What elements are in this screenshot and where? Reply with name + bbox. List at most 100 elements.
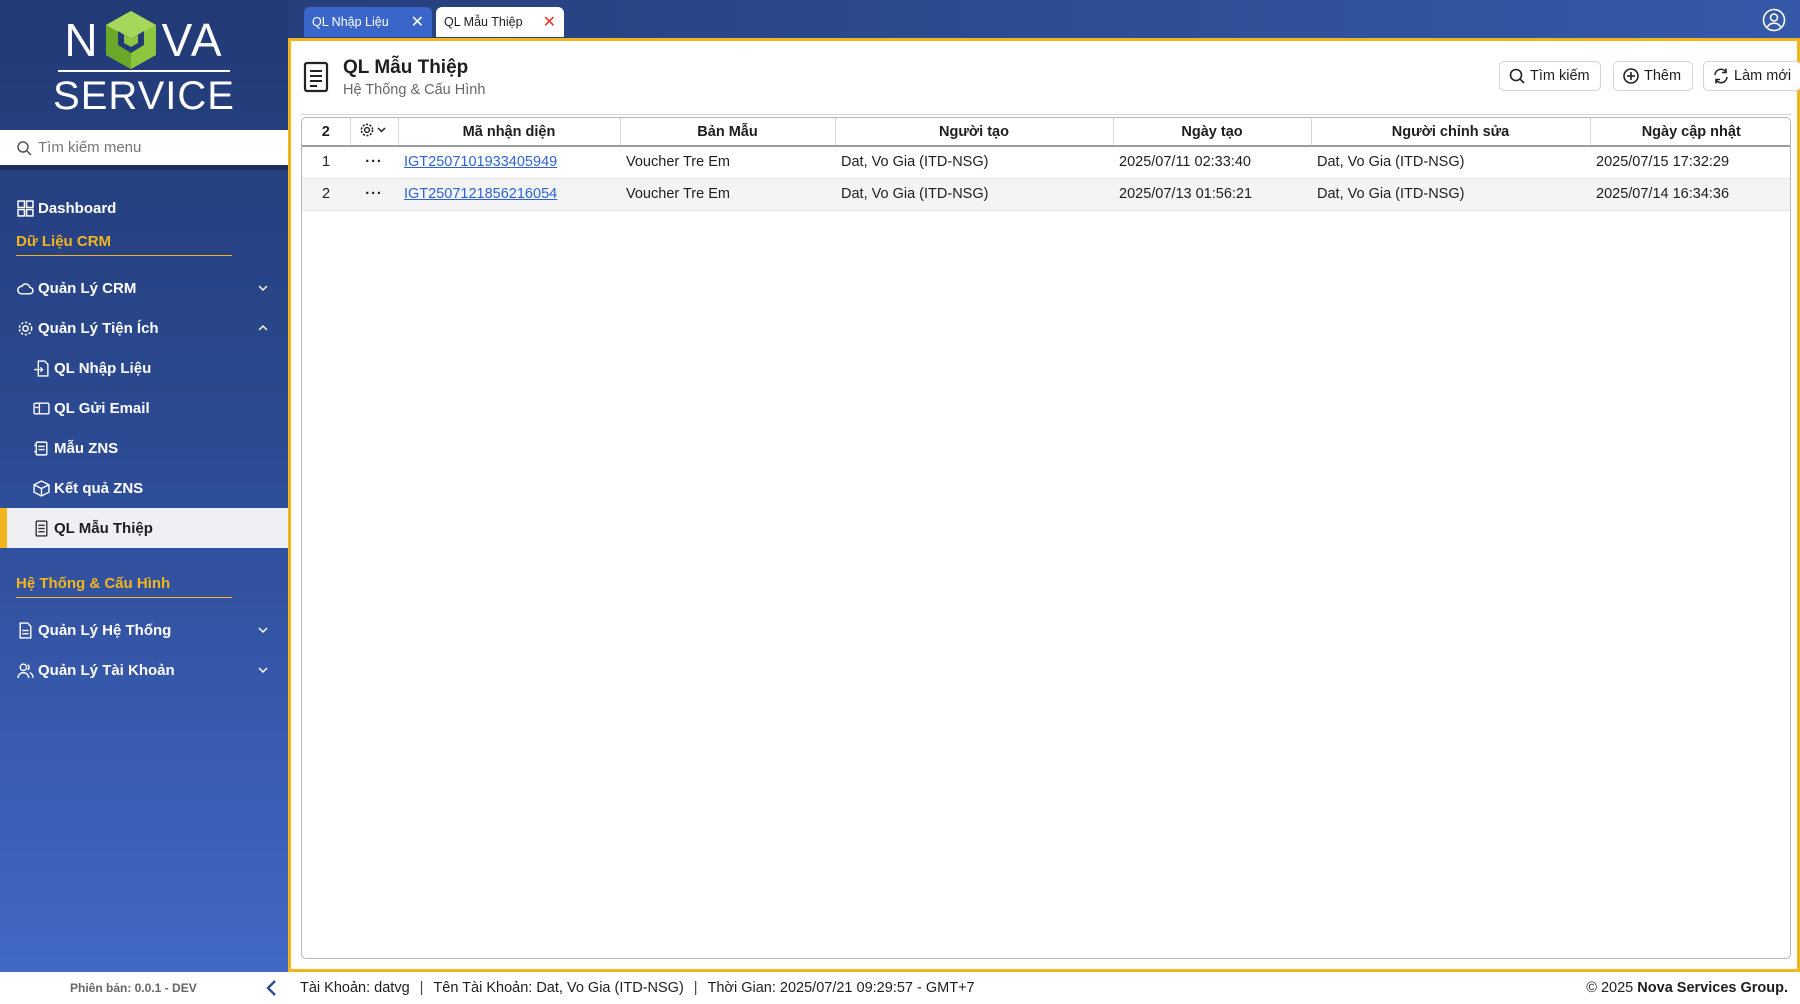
column-header[interactable]: Ngày cập nhật <box>1590 118 1790 147</box>
menu-spacer <box>0 548 288 570</box>
tab-ql-mau-thiep[interactable]: QL Mẫu Thiệp ✕ <box>436 7 564 37</box>
copyright-prefix: © 2025 <box>1586 980 1634 996</box>
chevron-down-icon <box>258 627 268 634</box>
sidebar-item-label: Quản Lý Tiện Ích <box>38 319 159 337</box>
user-account-icon[interactable] <box>1762 8 1786 32</box>
logo-letters-va: VA <box>161 13 224 66</box>
page-title: QL Mẫu Thiệp <box>343 57 469 78</box>
close-icon[interactable]: ✕ <box>543 12 556 32</box>
sidebar-item-label: Dashboard <box>38 199 117 217</box>
sidebar-item-ql-nhap-lieu[interactable]: QL Nhập Liệu <box>0 348 288 388</box>
data-table: 2 Mã nhận diện Bản Mẫu Người tạo Ngày tạ… <box>302 118 1790 211</box>
document-icon <box>303 61 329 93</box>
search-icon <box>17 140 32 156</box>
column-header[interactable]: Người chỉnh sửa <box>1311 118 1591 147</box>
search-button[interactable]: Tìm kiếm <box>1499 61 1601 91</box>
session-info: Tài Khoản: datvg | Tên Tài Khoản: Dat, Vo … <box>300 980 975 996</box>
refresh-button-label: Làm mới <box>1734 68 1792 84</box>
cell-editor: Dat, Vo Gia (ITD-NSG) <box>1311 178 1590 211</box>
cell-template: Voucher Tre Em <box>620 146 835 179</box>
sidebar-item-label: QL Gửi Email <box>54 399 150 417</box>
sidebar-item-dashboard[interactable]: Dashboard <box>0 188 288 228</box>
tab-ql-nhap-lieu[interactable]: QL Nhập Liệu ✕ <box>304 7 432 37</box>
sidebar-item-label: Quản Lý CRM <box>38 279 137 297</box>
sidebar-item-label: Quản Lý Hệ Thống <box>38 621 172 639</box>
data-grid: 2 Mã nhận diện Bản Mẫu Người tạo Ngày tạ… <box>301 117 1791 959</box>
sidebar-item-utilities[interactable]: Quản Lý Tiện Ích <box>0 308 288 348</box>
column-header[interactable]: Ngày tạo <box>1113 118 1312 147</box>
time-text: Thời Gian: 2025/07/21 09:29:57 - GMT+7 <box>707 980 975 996</box>
account-name-text: Tên Tài Khoản: Dat, Vo Gia (ITD-NSG) <box>433 980 684 996</box>
sidebar-item-system-manage[interactable]: Quản Lý Hệ Thống <box>0 610 288 650</box>
row-number: 1 <box>302 146 350 179</box>
menu-search <box>0 130 288 170</box>
column-settings[interactable] <box>350 118 399 147</box>
section-heading-crm: Dữ Liệu CRM <box>16 228 232 256</box>
cell-creator: Dat, Vo Gia (ITD-NSG) <box>835 146 1113 179</box>
sidebar-item-account-manage[interactable]: Quản Lý Tài Khoản <box>0 650 288 690</box>
code-link[interactable]: IGT2507121856216054 <box>404 186 557 202</box>
sidebar-item-label: QL Mẫu Thiệp <box>54 519 153 537</box>
sidebar-item-label: Kết quả ZNS <box>54 479 144 497</box>
cell-created: 2025/07/11 02:33:40 <box>1113 146 1311 179</box>
code-link[interactable]: IGT2507101933405949 <box>404 154 557 170</box>
sidebar-menu: Dashboard Dữ Liệu CRM Quản Lý CRM Quản L… <box>0 188 288 690</box>
chevron-left-icon[interactable] <box>262 978 282 998</box>
separator: | <box>419 980 424 996</box>
copyright-brand: Nova Services Group. <box>1637 980 1788 996</box>
add-button[interactable]: Thêm <box>1613 61 1693 91</box>
separator: | <box>693 980 698 996</box>
column-header[interactable]: Mã nhận diện <box>398 118 621 147</box>
table-header-row: 2 Mã nhận diện Bản Mẫu Người tạo Ngày tạ… <box>302 118 1790 147</box>
copyright: © 2025 Nova Services Group. <box>1586 980 1788 996</box>
column-header[interactable]: Bản Mẫu <box>620 118 836 147</box>
search-icon <box>1509 68 1525 84</box>
version-text: Phiên bản: 0.0.1 - DEV <box>70 981 197 995</box>
page-subtitle: Hệ Thống & Cấu Hình <box>343 82 486 98</box>
table-row[interactable]: 2 ··· IGT2507121856216054 Voucher Tre Em… <box>302 178 1790 211</box>
sidebar-item-ket-qua-zns[interactable]: Kết quả ZNS <box>0 468 288 508</box>
column-header[interactable]: Người tạo <box>835 118 1114 147</box>
refresh-icon <box>1714 68 1728 84</box>
row-number: 2 <box>302 178 350 211</box>
import-icon <box>32 359 50 377</box>
logo-divider <box>58 69 230 72</box>
grid-icon <box>16 199 34 217</box>
sidebar-item-mau-zns[interactable]: Mẫu ZNS <box>0 428 288 468</box>
account-text: Tài Khoản: datvg <box>300 980 410 996</box>
cell-updated: 2025/07/15 17:32:29 <box>1590 146 1790 179</box>
chevron-down-icon <box>258 667 268 674</box>
table-row[interactable]: 1 ··· IGT2507101933405949 Voucher Tre Em… <box>302 146 1790 179</box>
chevron-up-icon <box>258 324 268 331</box>
document-icon <box>32 519 50 537</box>
nova-service-logo: N VA SERVICE <box>0 0 288 130</box>
menu-search-input[interactable] <box>38 139 268 156</box>
logo-service: SERVICE <box>53 73 235 118</box>
template-icon <box>32 439 50 457</box>
sidebar-item-ql-gui-email[interactable]: QL Gửi Email <box>0 388 288 428</box>
cube-icon <box>32 479 50 497</box>
refresh-button[interactable]: Làm mới <box>1703 61 1800 91</box>
sidebar-item-label: Quản Lý Tài Khoản <box>38 661 175 679</box>
chevron-down-icon <box>258 285 268 292</box>
sidebar-item-ql-mau-thiep[interactable]: QL Mẫu Thiệp <box>0 508 288 548</box>
logo-letter-n: N <box>64 13 100 66</box>
file-icon <box>16 621 34 639</box>
row-actions-icon[interactable]: ··· <box>350 178 398 211</box>
cell-updated: 2025/07/14 16:34:36 <box>1590 178 1790 211</box>
row-actions-icon[interactable]: ··· <box>350 146 398 179</box>
sidebar-item-label: QL Nhập Liệu <box>54 359 152 377</box>
main-content: QL Mẫu Thiệp Hệ Thống & Cấu Hình Tìm kiế… <box>288 38 1800 972</box>
tab-label: QL Mẫu Thiệp <box>444 15 523 29</box>
page-header: QL Mẫu Thiệp Hệ Thống & Cấu Hình Tìm kiế… <box>301 51 1800 115</box>
close-icon[interactable]: ✕ <box>411 12 424 32</box>
plus-circle-icon <box>1623 68 1639 84</box>
gear-icon <box>16 319 34 337</box>
footer: Phiên bản: 0.0.1 - DEV Tài Khoản: datvg |… <box>0 972 1800 1004</box>
tab-label: QL Nhập Liệu <box>312 15 389 29</box>
email-icon <box>32 399 50 417</box>
settings-gear-icon <box>360 123 386 136</box>
cell-template: Voucher Tre Em <box>620 178 835 211</box>
cell-created: 2025/07/13 01:56:21 <box>1113 178 1311 211</box>
sidebar-item-crm-manage[interactable]: Quản Lý CRM <box>0 268 288 308</box>
